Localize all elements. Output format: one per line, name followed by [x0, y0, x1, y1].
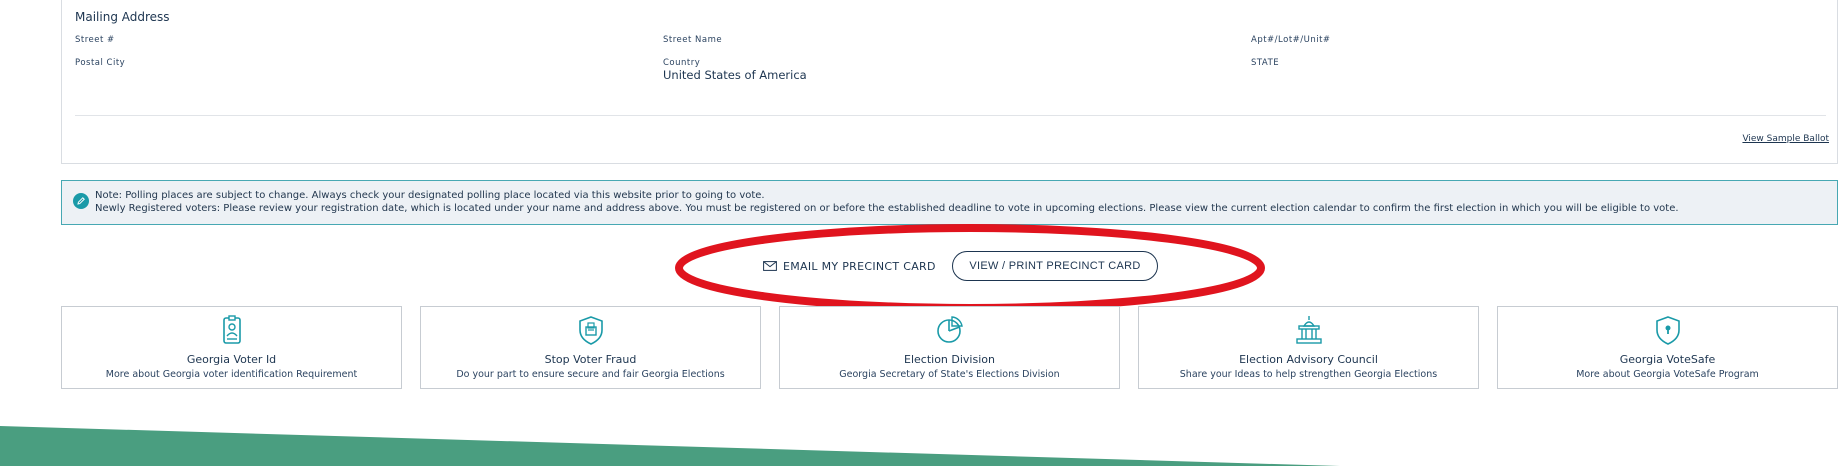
polling-note-box: Note: Polling places are subject to chan… [61, 180, 1838, 225]
mailing-address-title: Mailing Address [75, 10, 170, 24]
panel-divider [75, 115, 1826, 116]
tile-title: Georgia VoteSafe [1619, 353, 1716, 366]
shield-lock-icon [1655, 316, 1680, 345]
tile-georgia-votesafe[interactable]: Georgia VoteSafe More about Georgia Vote… [1497, 306, 1838, 389]
street-name-label: Street Name [663, 35, 723, 45]
street-number-label: Street # [75, 35, 115, 45]
footer-green-wave [0, 426, 1340, 466]
tile-subtitle: Do your part to ensure secure and fair G… [456, 369, 725, 380]
tile-subtitle: More about Georgia voter identification … [105, 369, 358, 380]
precinct-card-actions: EMAIL MY PRECINCT CARD VIEW / PRINT PREC… [0, 250, 1840, 282]
tile-subtitle: More about Georgia VoteSafe Program [1576, 369, 1759, 380]
tile-subtitle: Share your Ideas to help strengthen Geor… [1179, 369, 1438, 380]
ballot-shield-icon [578, 316, 603, 345]
tile-stop-voter-fraud[interactable]: Stop Voter Fraud Do your part to ensure … [420, 306, 761, 389]
tile-title: Election Advisory Council [1239, 353, 1378, 366]
pie-chart-icon [936, 316, 963, 343]
country-label: Country [663, 58, 701, 68]
pencil-icon [73, 193, 89, 209]
note-line-polling: Note: Polling places are subject to chan… [95, 190, 765, 201]
envelope-icon [763, 261, 777, 271]
tile-election-division[interactable]: Election Division Georgia Secretary of S… [779, 306, 1120, 389]
tile-subtitle: Georgia Secretary of State's Elections D… [839, 369, 1060, 380]
state-label: STATE [1251, 58, 1280, 68]
country-value: United States of America [663, 68, 807, 82]
tile-title: Election Division [904, 353, 995, 366]
tile-title: Stop Voter Fraud [544, 353, 637, 366]
tile-georgia-voter-id[interactable]: Georgia Voter Id More about Georgia vote… [61, 306, 402, 389]
view-print-precinct-card-button[interactable]: VIEW / PRINT PRECINCT CARD [952, 251, 1158, 281]
tile-election-advisory-council[interactable]: Election Advisory Council Share your Ide… [1138, 306, 1479, 389]
postal-city-label: Postal City [75, 58, 126, 68]
email-precinct-card-label: EMAIL MY PRECINCT CARD [783, 259, 936, 273]
mailing-address-panel: Mailing Address Street # Street Name Apt… [61, 0, 1838, 164]
tile-title: Georgia Voter Id [186, 353, 277, 366]
note-line-registration: Newly Registered voters: Please review y… [95, 203, 1679, 214]
view-sample-ballot-link[interactable]: View Sample Ballot [1742, 134, 1829, 144]
id-badge-icon [222, 315, 241, 344]
capitol-building-icon [1295, 316, 1322, 344]
apt-lot-unit-label: Apt#/Lot#/Unit# [1251, 35, 1331, 45]
email-precinct-card-button[interactable]: EMAIL MY PRECINCT CARD [763, 256, 936, 276]
info-tiles: Georgia Voter Id More about Georgia vote… [61, 306, 1838, 389]
